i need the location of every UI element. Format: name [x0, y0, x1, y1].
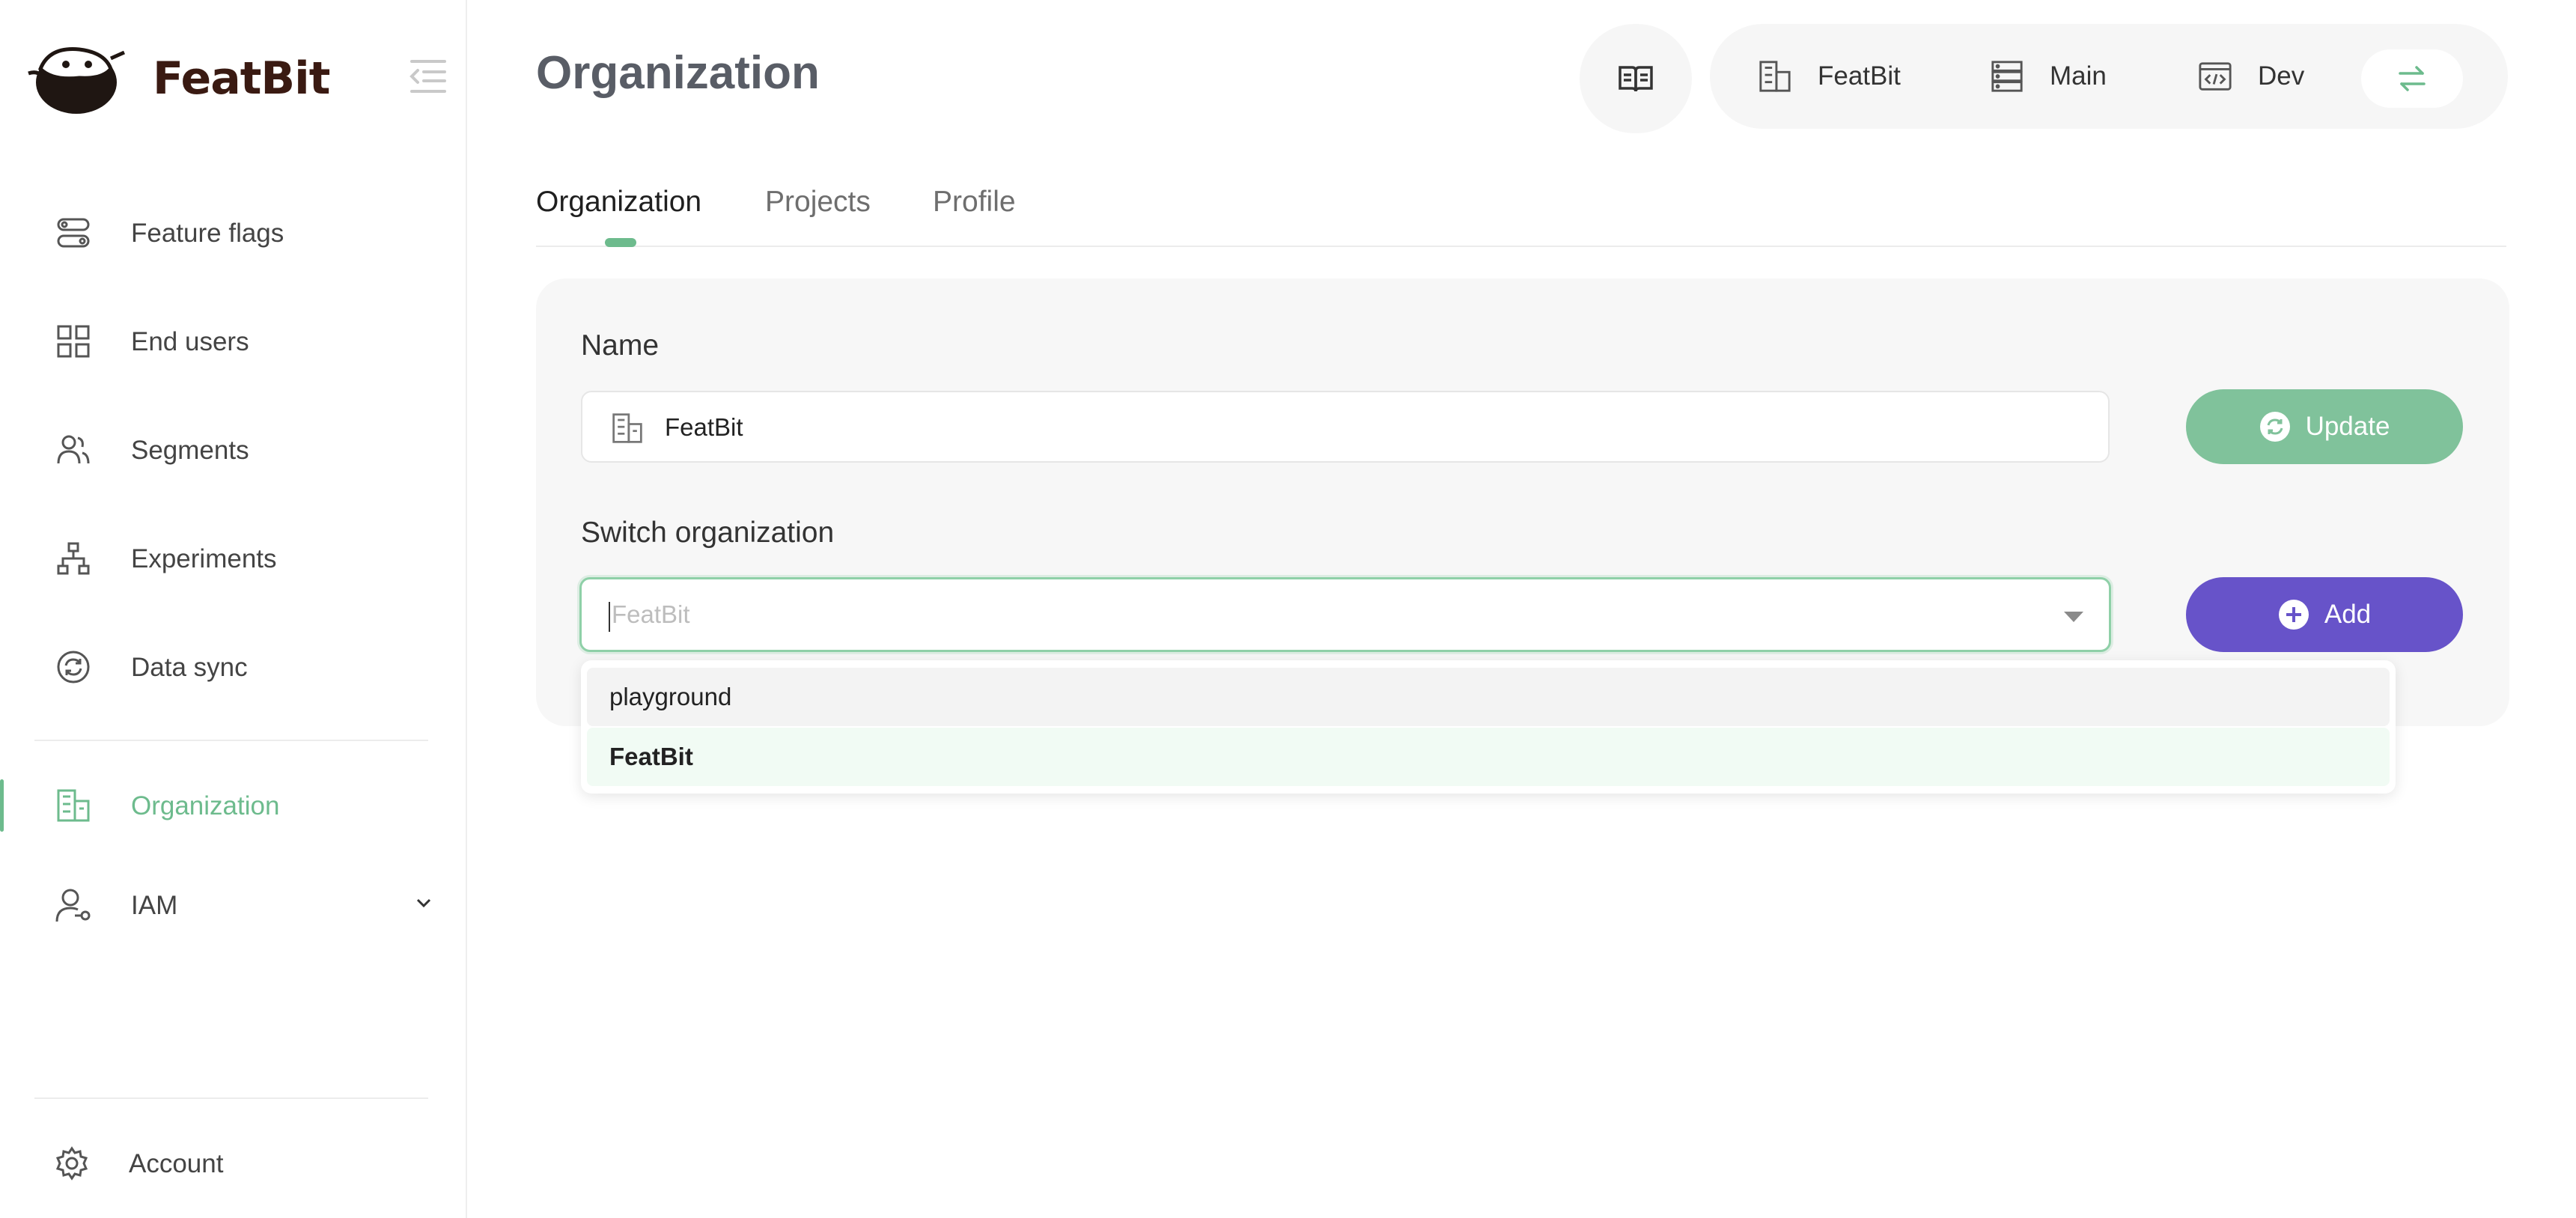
dropdown-option[interactable]: playground — [587, 668, 2390, 726]
switch-organization-label: Switch organization — [581, 517, 835, 549]
add-button-label: Add — [2324, 600, 2372, 629]
hierarchy-icon — [57, 542, 90, 575]
dropdown-option-label: playground — [609, 683, 732, 710]
swap-arrows-icon — [2399, 66, 2426, 91]
name-field[interactable]: FeatBit — [581, 391, 2110, 463]
org-context[interactable]: FeatBit — [1758, 24, 1901, 129]
chevron-down-icon — [416, 898, 431, 908]
sidebar-item-segments[interactable]: Segments — [0, 409, 467, 491]
switch-context-button[interactable] — [2361, 49, 2463, 108]
update-button-label: Update — [2305, 412, 2390, 441]
sidebar-item-label: Organization — [131, 791, 280, 820]
collapse-menu-icon[interactable] — [407, 55, 449, 97]
sidebar-item-feature-flags[interactable]: Feature flags — [0, 192, 467, 274]
project-context-label: Main — [2050, 61, 2107, 91]
sidebar-item-label: Experiments — [131, 544, 277, 573]
context-switcher: FeatBit Main Dev — [1710, 24, 2508, 129]
sidebar-divider — [34, 740, 428, 741]
organization-card — [536, 278, 2509, 726]
toggle-icon — [57, 218, 90, 248]
tab-profile[interactable]: Profile — [933, 186, 1016, 219]
dropdown-option-label: FeatBit — [609, 743, 693, 770]
sidebar-item-label: Segments — [131, 436, 249, 465]
users-icon — [57, 435, 90, 464]
sync-icon — [57, 651, 90, 683]
code-window-icon — [2199, 62, 2232, 91]
switch-organization-placeholder: FeatBit — [612, 600, 690, 628]
tab-active-indicator — [605, 238, 636, 247]
sidebar: FeatBit Feature flags End users Segments — [0, 0, 467, 1218]
featbit-logo — [28, 47, 126, 114]
sidebar-item-label: End users — [131, 327, 249, 356]
grid-icon — [57, 325, 90, 358]
switch-organization-select[interactable]: FeatBit — [579, 577, 2111, 652]
sidebar-item-iam[interactable]: IAM — [0, 864, 467, 946]
building-icon — [57, 789, 90, 822]
caret-down-icon[interactable] — [2062, 609, 2085, 624]
docs-button[interactable] — [1580, 24, 1692, 133]
plus-circle-icon — [2278, 600, 2309, 630]
environment-context-label: Dev — [2258, 61, 2305, 91]
sidebar-item-experiments[interactable]: Experiments — [0, 517, 467, 600]
tab-organization[interactable]: Organization — [536, 186, 701, 219]
org-context-label: FeatBit — [1818, 61, 1901, 91]
environment-context[interactable]: Dev — [2198, 24, 2304, 129]
sidebar-item-label: Data sync — [131, 653, 248, 682]
building-icon — [612, 413, 642, 443]
tab-projects[interactable]: Projects — [765, 186, 871, 219]
sync-icon — [2259, 412, 2290, 442]
sidebar-divider — [34, 1097, 428, 1099]
text-cursor — [609, 602, 610, 632]
organization-dropdown: playground FeatBit — [581, 660, 2396, 794]
name-field-value: FeatBit — [665, 413, 743, 441]
project-context[interactable]: Main — [1990, 24, 2107, 129]
sidebar-item-account[interactable]: Account — [0, 1122, 467, 1205]
tab-bar: Organization Projects Profile — [536, 180, 2506, 247]
sidebar-item-label: IAM — [131, 891, 178, 920]
sidebar-item-organization[interactable]: Organization — [0, 764, 467, 847]
page-title: Organization — [536, 47, 820, 99]
name-label: Name — [581, 329, 660, 362]
stack-icon — [1991, 61, 2023, 92]
sidebar-item-data-sync[interactable]: Data sync — [0, 626, 467, 708]
book-icon — [1619, 66, 1653, 92]
sidebar-item-label: Feature flags — [131, 219, 284, 248]
brand-name: FeatBit — [153, 52, 330, 105]
add-organization-button[interactable]: Add — [2186, 577, 2463, 652]
user-key-icon — [55, 889, 91, 922]
dropdown-option-selected[interactable]: FeatBit — [587, 728, 2390, 786]
building-icon — [1759, 61, 1791, 92]
sidebar-item-end-users[interactable]: End users — [0, 300, 467, 383]
update-button[interactable]: Update — [2186, 389, 2463, 464]
gear-icon — [55, 1146, 88, 1181]
sidebar-item-label: Account — [129, 1149, 224, 1178]
